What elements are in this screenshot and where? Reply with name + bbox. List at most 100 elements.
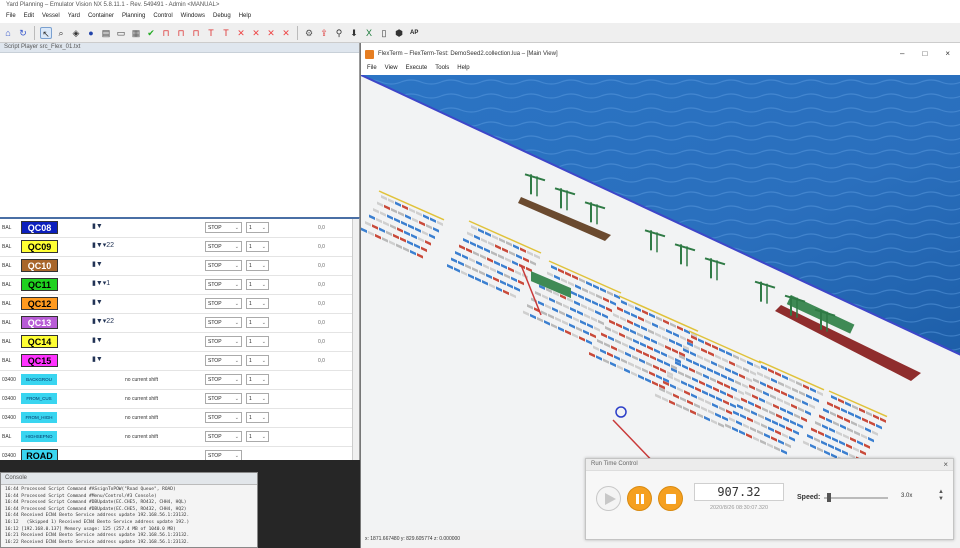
play-button[interactable] [596, 486, 621, 511]
table-row[interactable]: BAL QC12 ▮▼ STOP ⌄ 1 ⌄ 0,0 [0, 295, 352, 314]
pointer-icon[interactable]: ↖ [40, 26, 52, 39]
menu-control[interactable]: Control [153, 13, 172, 21]
toolbar-ap-label[interactable]: AP [410, 30, 418, 36]
state-select[interactable]: STOP ⌄ [205, 260, 242, 271]
lane-select[interactable]: 1 ⌄ [246, 241, 269, 252]
lane-select[interactable]: 1 ⌄ [246, 431, 269, 442]
qc-label[interactable]: QC11 [21, 278, 58, 291]
menu-planning[interactable]: Planning [122, 13, 145, 21]
table-row[interactable]: BAL QC15 ▮▼ STOP ⌄ 1 ⌄ 0,0 [0, 352, 352, 371]
table-row[interactable]: BAL QC11 ▮▼▾1 STOP ⌄ 1 ⌄ 0,0 [0, 276, 352, 295]
table-row[interactable]: BAL QC10 ▮▼ STOP ⌄ 1 ⌄ 0,0 [0, 257, 352, 276]
close-icon[interactable]: × [943, 460, 948, 469]
menu-debug[interactable]: Debug [213, 13, 231, 21]
lane-select[interactable]: 1 ⌄ [246, 412, 269, 423]
table-row[interactable]: BAL QC09 ▮▼▾22 STOP ⌄ 1 ⌄ 0,0 [0, 238, 352, 257]
speed-slider[interactable] [824, 497, 888, 499]
qc-label[interactable]: QC13 [21, 316, 58, 329]
minimize-icon[interactable]: – [900, 49, 904, 58]
menu-vessel[interactable]: Vessel [42, 13, 60, 21]
crane-icon[interactable]: ⊓ [190, 27, 202, 39]
export-icon[interactable]: ⇪ [318, 27, 330, 39]
lane-select[interactable]: 1 ⌄ [246, 336, 269, 347]
external-label[interactable]: HIGHSEPNO [21, 431, 57, 442]
crane-icon[interactable]: ⊓ [175, 27, 187, 39]
state-select[interactable]: STOP ⌄ [205, 241, 242, 252]
qc-label[interactable]: QC15 [21, 354, 58, 367]
download-icon[interactable]: ⬇ [348, 27, 360, 39]
list-icon[interactable]: ▤ [100, 27, 112, 39]
lane-select[interactable]: 1 ⌄ [246, 260, 269, 271]
state-select[interactable]: STOP ⌄ [205, 374, 242, 385]
menu-container[interactable]: Container [88, 13, 114, 21]
close-icon[interactable]: × [945, 49, 950, 58]
menu-yard[interactable]: Yard [68, 13, 80, 21]
table-row[interactable]: 03400 FROM_HIGH no current shift STOP ⌄ 1 ⌄ [0, 409, 352, 428]
table-row[interactable]: 03400 FROM_CUS no current shift STOP ⌄ 1 ⌄ [0, 390, 352, 409]
package-icon[interactable]: ⬢ [393, 27, 405, 39]
excel-icon[interactable]: X [363, 27, 375, 39]
table-row[interactable]: 03400 BACKGROU no current shift STOP ⌄ 1 ⌄ [0, 371, 352, 390]
lane-select[interactable]: 1 ⌄ [246, 355, 269, 366]
lane-select[interactable]: 1 ⌄ [246, 279, 269, 290]
ft-menu-view[interactable]: View [385, 65, 398, 75]
table-row[interactable]: BAL QC13 ▮▼▾22 STOP ⌄ 1 ⌄ 0,0 [0, 314, 352, 333]
menu-windows[interactable]: Windows [181, 13, 205, 21]
grid-icon[interactable]: ▦ [130, 27, 142, 39]
qc-label[interactable]: QC10 [21, 259, 58, 272]
qc-label[interactable]: QC12 [21, 297, 58, 310]
external-label[interactable]: FROM_HIGH [21, 412, 57, 423]
ft-menu-tools[interactable]: Tools [435, 65, 449, 75]
document-icon[interactable]: ▯ [378, 27, 390, 39]
external-label[interactable]: BACKGROU [21, 374, 57, 385]
grid-scrollbar[interactable] [352, 219, 359, 462]
filter-icon[interactable]: ⚲ [333, 27, 345, 39]
lane-select[interactable]: 1 ⌄ [246, 222, 269, 233]
state-select[interactable]: STOP ⌄ [205, 355, 242, 366]
stop-button[interactable] [658, 486, 683, 511]
state-select[interactable]: STOP ⌄ [205, 336, 242, 347]
menu-edit[interactable]: Edit [24, 13, 34, 21]
state-select[interactable]: STOP ⌄ [205, 393, 242, 404]
layers-icon[interactable]: ◈ [70, 27, 82, 39]
cross-icon[interactable]: ✕ [265, 27, 277, 39]
ft-menu-help[interactable]: Help [457, 65, 469, 75]
ft-menu-file[interactable]: File [367, 65, 377, 75]
crane-icon[interactable]: T [205, 27, 217, 39]
qc-label[interactable]: QC09 [21, 240, 58, 253]
speed-spinner[interactable]: ▲ ▼ [938, 489, 944, 503]
crane-icon[interactable]: T [220, 27, 232, 39]
cross-icon[interactable]: ✕ [280, 27, 292, 39]
ft-menu-execute[interactable]: Execute [406, 65, 428, 75]
refresh-icon[interactable]: ↻ [17, 27, 29, 39]
external-label[interactable]: FROM_CUS [21, 393, 57, 404]
table-row[interactable]: BAL QC14 ▮▼ STOP ⌄ 1 ⌄ 0,0 [0, 333, 352, 352]
check-icon[interactable]: ✔ [145, 27, 157, 39]
table-row[interactable]: BAL QC08 ▮▼ STOP ⌄ 1 ⌄ 0,0 [0, 219, 352, 238]
zoom-icon[interactable]: ⌕ [55, 27, 67, 39]
state-select[interactable]: STOP ⌄ [205, 431, 242, 442]
speed-slider-thumb[interactable] [827, 493, 832, 502]
window-icon[interactable]: ▭ [115, 27, 127, 39]
state-select[interactable]: STOP ⌄ [205, 298, 242, 309]
lane-select[interactable]: 1 ⌄ [246, 393, 269, 404]
pause-button[interactable] [627, 486, 652, 511]
table-row[interactable]: BAL HIGHSEPNO no current shift STOP ⌄ 1 ⌄ [0, 428, 352, 447]
maximize-icon[interactable]: □ [922, 49, 927, 58]
state-select[interactable]: STOP ⌄ [205, 279, 242, 290]
qc-label[interactable]: QC14 [21, 335, 58, 348]
qc-label[interactable]: QC08 [21, 221, 58, 234]
state-select[interactable]: STOP ⌄ [205, 412, 242, 423]
info-icon[interactable]: ● [85, 27, 97, 39]
cross-icon[interactable]: ✕ [250, 27, 262, 39]
menu-help[interactable]: Help [239, 13, 251, 21]
lane-select[interactable]: 1 ⌄ [246, 317, 269, 328]
state-select[interactable]: STOP ⌄ [205, 317, 242, 328]
menu-file[interactable]: File [6, 13, 16, 21]
lane-select[interactable]: 1 ⌄ [246, 298, 269, 309]
crane-icon[interactable]: ⊓ [160, 27, 172, 39]
home-icon[interactable]: ⌂ [2, 27, 14, 39]
lane-select[interactable]: 1 ⌄ [246, 374, 269, 385]
cross-icon[interactable]: ✕ [235, 27, 247, 39]
state-select[interactable]: STOP ⌄ [205, 222, 242, 233]
